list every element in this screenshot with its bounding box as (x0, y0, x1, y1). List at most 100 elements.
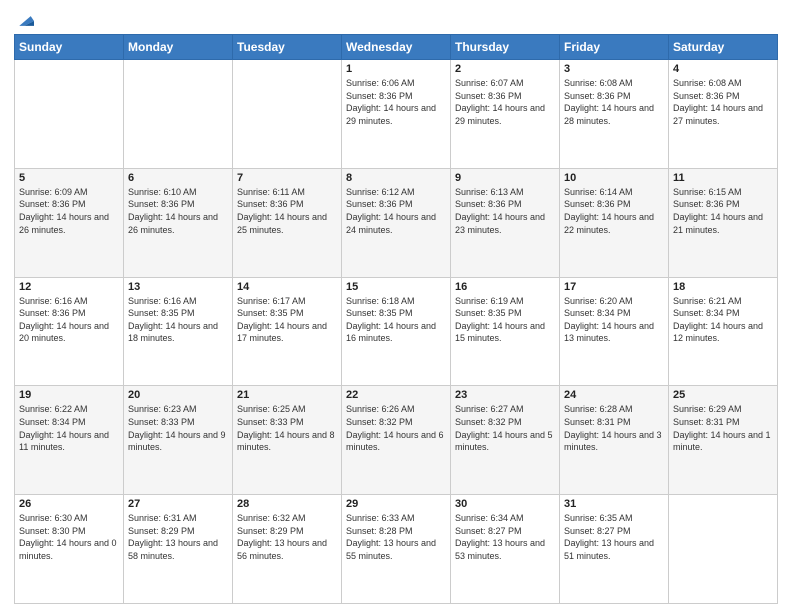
calendar-cell (233, 60, 342, 169)
logo (14, 14, 34, 28)
calendar-cell: 30 Sunrise: 6:34 AMSunset: 8:27 PMDayligh… (451, 495, 560, 604)
calendar-cell: 22Sunrise: 6:26 AMSunset: 8:32 PMDayligh… (342, 386, 451, 495)
header-day-monday: Monday (124, 35, 233, 60)
calendar-cell: 18Sunrise: 6:21 AMSunset: 8:34 PMDayligh… (669, 277, 778, 386)
cell-date-number: 12 (19, 281, 119, 293)
cell-info-text: Sunrise: 6:35 AMSunset: 8:27 PMDaylight:… (564, 512, 664, 562)
cell-info-text: Sunrise: 6:07 AMSunset: 8:36 PMDaylight:… (455, 77, 555, 127)
cell-info-text: Sunrise: 6:11 AMSunset: 8:36 PMDaylight:… (237, 186, 337, 236)
cell-date-number: 4 (673, 63, 773, 75)
cell-date-number: 16 (455, 281, 555, 293)
calendar-cell: 24 Sunrise: 6:28 AMSunset: 8:31 PMDayligh… (560, 386, 669, 495)
calendar-cell (15, 60, 124, 169)
header-day-wednesday: Wednesday (342, 35, 451, 60)
calendar-cell: 25Sunrise: 6:29 AMSunset: 8:31 PMDayligh… (669, 386, 778, 495)
cell-date-number: 3 (564, 63, 664, 75)
cell-info-text: Sunrise: 6:17 AMSunset: 8:35 PMDaylight:… (237, 295, 337, 345)
cell-info-text: Sunrise: 6:08 AMSunset: 8:36 PMDaylight:… (564, 77, 664, 127)
cell-date-number: 24 (564, 389, 664, 401)
calendar-cell: 31Sunrise: 6:35 AMSunset: 8:27 PMDayligh… (560, 495, 669, 604)
cell-date-number: 14 (237, 281, 337, 293)
calendar-cell: 7 Sunrise: 6:11 AMSunset: 8:36 PMDaylight… (233, 168, 342, 277)
cell-info-text: Sunrise: 6:20 AMSunset: 8:34 PMDaylight:… (564, 295, 664, 345)
cell-info-text: Sunrise: 6:29 AMSunset: 8:31 PMDaylight:… (673, 403, 773, 453)
cell-date-number: 6 (128, 172, 228, 184)
calendar-cell: 5 Sunrise: 6:09 AMSunset: 8:36 PMDaylight… (15, 168, 124, 277)
cell-date-number: 2 (455, 63, 555, 75)
calendar-cell: 9Sunrise: 6:13 AMSunset: 8:36 PMDaylight… (451, 168, 560, 277)
calendar-cell: 12 Sunrise: 6:16 AMSunset: 8:36 PMDayligh… (15, 277, 124, 386)
cell-date-number: 30 (455, 498, 555, 510)
cell-info-text: Sunrise: 6:13 AMSunset: 8:36 PMDaylight:… (455, 186, 555, 236)
cell-date-number: 26 (19, 498, 119, 510)
cell-info-text: Sunrise: 6:10 AMSunset: 8:36 PMDaylight:… (128, 186, 228, 236)
calendar-cell: 13 Sunrise: 6:16 AMSunset: 8:35 PMDayligh… (124, 277, 233, 386)
cell-date-number: 19 (19, 389, 119, 401)
cell-info-text: Sunrise: 6:30 AMSunset: 8:30 PMDaylight:… (19, 512, 119, 562)
page: SundayMondayTuesdayWednesdayThursdayFrid… (0, 0, 792, 612)
calendar-header-row: SundayMondayTuesdayWednesdayThursdayFrid… (15, 35, 778, 60)
header-day-thursday: Thursday (451, 35, 560, 60)
calendar-week-row: 1 Sunrise: 6:06 AMSunset: 8:36 PMDaylight… (15, 60, 778, 169)
cell-info-text: Sunrise: 6:25 AMSunset: 8:33 PMDaylight:… (237, 403, 337, 453)
cell-info-text: Sunrise: 6:23 AMSunset: 8:33 PMDaylight:… (128, 403, 228, 453)
cell-date-number: 1 (346, 63, 446, 75)
header-day-tuesday: Tuesday (233, 35, 342, 60)
header-day-saturday: Saturday (669, 35, 778, 60)
cell-info-text: Sunrise: 6:16 AMSunset: 8:36 PMDaylight:… (19, 295, 119, 345)
calendar-cell: 17 Sunrise: 6:20 AMSunset: 8:34 PMDayligh… (560, 277, 669, 386)
cell-info-text: Sunrise: 6:19 AMSunset: 8:35 PMDaylight:… (455, 295, 555, 345)
cell-date-number: 21 (237, 389, 337, 401)
cell-info-text: Sunrise: 6:31 AMSunset: 8:29 PMDaylight:… (128, 512, 228, 562)
cell-date-number: 22 (346, 389, 446, 401)
cell-info-text: Sunrise: 6:06 AMSunset: 8:36 PMDaylight:… (346, 77, 446, 127)
cell-date-number: 20 (128, 389, 228, 401)
cell-info-text: Sunrise: 6:28 AMSunset: 8:31 PMDaylight:… (564, 403, 664, 453)
cell-info-text: Sunrise: 6:15 AMSunset: 8:36 PMDaylight:… (673, 186, 773, 236)
calendar-cell: 21 Sunrise: 6:25 AMSunset: 8:33 PMDayligh… (233, 386, 342, 495)
calendar-cell: 29Sunrise: 6:33 AMSunset: 8:28 PMDayligh… (342, 495, 451, 604)
calendar-cell: 15 Sunrise: 6:18 AMSunset: 8:35 PMDayligh… (342, 277, 451, 386)
calendar-cell: 14 Sunrise: 6:17 AMSunset: 8:35 PMDayligh… (233, 277, 342, 386)
cell-date-number: 17 (564, 281, 664, 293)
calendar-cell: 20 Sunrise: 6:23 AMSunset: 8:33 PMDayligh… (124, 386, 233, 495)
header (14, 10, 778, 28)
cell-info-text: Sunrise: 6:32 AMSunset: 8:29 PMDaylight:… (237, 512, 337, 562)
cell-info-text: Sunrise: 6:22 AMSunset: 8:34 PMDaylight:… (19, 403, 119, 453)
calendar-cell: 6 Sunrise: 6:10 AMSunset: 8:36 PMDaylight… (124, 168, 233, 277)
cell-info-text: Sunrise: 6:12 AMSunset: 8:36 PMDaylight:… (346, 186, 446, 236)
calendar-cell: 2 Sunrise: 6:07 AMSunset: 8:36 PMDaylight… (451, 60, 560, 169)
calendar-cell: 1 Sunrise: 6:06 AMSunset: 8:36 PMDaylight… (342, 60, 451, 169)
calendar-table: SundayMondayTuesdayWednesdayThursdayFrid… (14, 34, 778, 604)
cell-date-number: 18 (673, 281, 773, 293)
cell-info-text: Sunrise: 6:27 AMSunset: 8:32 PMDaylight:… (455, 403, 555, 453)
calendar-week-row: 5 Sunrise: 6:09 AMSunset: 8:36 PMDaylight… (15, 168, 778, 277)
cell-info-text: Sunrise: 6:18 AMSunset: 8:35 PMDaylight:… (346, 295, 446, 345)
cell-date-number: 13 (128, 281, 228, 293)
cell-date-number: 28 (237, 498, 337, 510)
calendar-cell (124, 60, 233, 169)
calendar-cell: 28 Sunrise: 6:32 AMSunset: 8:29 PMDayligh… (233, 495, 342, 604)
cell-date-number: 8 (346, 172, 446, 184)
header-day-friday: Friday (560, 35, 669, 60)
cell-info-text: Sunrise: 6:16 AMSunset: 8:35 PMDaylight:… (128, 295, 228, 345)
cell-info-text: Sunrise: 6:09 AMSunset: 8:36 PMDaylight:… (19, 186, 119, 236)
calendar-cell (669, 495, 778, 604)
cell-info-text: Sunrise: 6:34 AMSunset: 8:27 PMDaylight:… (455, 512, 555, 562)
calendar-cell: 19 Sunrise: 6:22 AMSunset: 8:34 PMDayligh… (15, 386, 124, 495)
calendar-cell: 27 Sunrise: 6:31 AMSunset: 8:29 PMDayligh… (124, 495, 233, 604)
calendar-cell: 3 Sunrise: 6:08 AMSunset: 8:36 PMDaylight… (560, 60, 669, 169)
cell-date-number: 15 (346, 281, 446, 293)
calendar-cell: 23Sunrise: 6:27 AMSunset: 8:32 PMDayligh… (451, 386, 560, 495)
cell-date-number: 29 (346, 498, 446, 510)
calendar-week-row: 19 Sunrise: 6:22 AMSunset: 8:34 PMDayligh… (15, 386, 778, 495)
cell-date-number: 7 (237, 172, 337, 184)
cell-date-number: 27 (128, 498, 228, 510)
header-day-sunday: Sunday (15, 35, 124, 60)
calendar-cell: 11Sunrise: 6:15 AMSunset: 8:36 PMDayligh… (669, 168, 778, 277)
calendar-cell: 4 Sunrise: 6:08 AMSunset: 8:36 PMDaylight… (669, 60, 778, 169)
cell-info-text: Sunrise: 6:08 AMSunset: 8:36 PMDaylight:… (673, 77, 773, 127)
calendar-week-row: 26 Sunrise: 6:30 AMSunset: 8:30 PMDayligh… (15, 495, 778, 604)
cell-date-number: 5 (19, 172, 119, 184)
logo-icon (16, 14, 34, 28)
